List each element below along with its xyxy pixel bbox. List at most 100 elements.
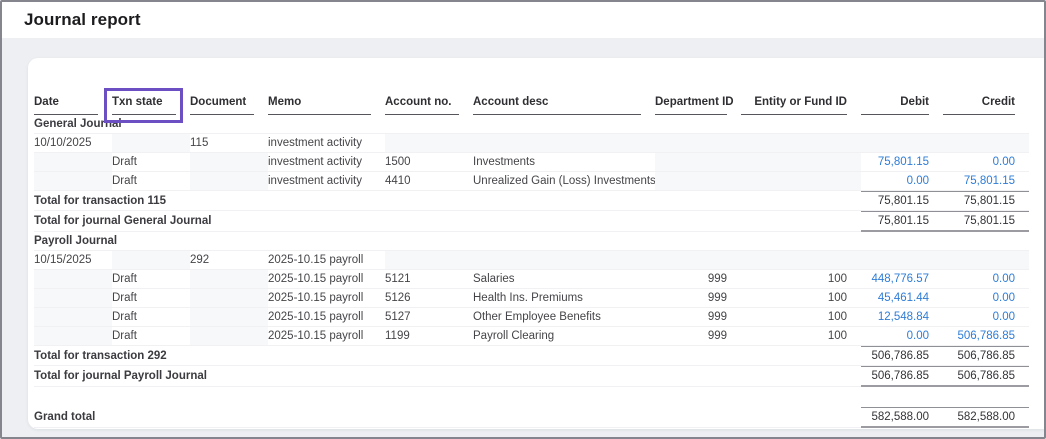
- debit-amount-link[interactable]: 75,801.15: [878, 156, 929, 168]
- spacer-cell: [34, 387, 1029, 407]
- credit-amount-link[interactable]: 0.00: [993, 156, 1015, 168]
- column-header-account-no: Account no.: [385, 94, 473, 115]
- empty-cell: [473, 251, 655, 270]
- column-header-label: Entity or Fund ID: [754, 96, 847, 108]
- journal-line-row: Draft2025-10.15 payroll5121Salaries99910…: [34, 270, 1029, 289]
- spacer-row: [34, 387, 1029, 407]
- journal-report-table: DateTxn stateDocumentMemoAccount no.Acco…: [34, 94, 1029, 428]
- account-desc-cell: Other Employee Benefits: [473, 308, 655, 327]
- debit-amount: 0.00: [861, 172, 943, 191]
- column-header-label: Account desc: [473, 96, 548, 108]
- empty-cell: [861, 134, 943, 153]
- empty-cell: [34, 308, 112, 327]
- grand-total-row: Grand total582,588.00582,588.00: [34, 407, 1029, 428]
- empty-cell: [190, 289, 268, 308]
- credit-amount: 75,801.15: [943, 172, 1029, 191]
- column-header-label: Document: [190, 96, 246, 108]
- entity-or-fund-id-cell: 100: [741, 308, 861, 327]
- empty-cell: [655, 251, 741, 270]
- column-header-debit: Debit: [861, 94, 943, 115]
- transaction-row: 10/15/20252922025-10.15 payroll: [34, 251, 1029, 270]
- memo-cell: investment activity: [268, 153, 385, 172]
- memo-cell: 2025-10.15 payroll: [268, 289, 385, 308]
- column-header-credit: Credit: [943, 94, 1029, 115]
- empty-cell: [34, 289, 112, 308]
- empty-cell: [473, 134, 655, 153]
- column-header-label: Memo: [268, 96, 301, 108]
- empty-cell: [655, 153, 741, 172]
- journal-group-label: Payroll Journal: [34, 232, 1029, 251]
- debit-amount: 448,776.57: [861, 270, 943, 289]
- report-window: Journal report DateTxn stateDocumentMemo…: [0, 0, 1046, 439]
- empty-cell: [190, 327, 268, 346]
- memo-cell: 2025-10.15 payroll: [268, 270, 385, 289]
- account-no-cell: 1500: [385, 153, 473, 172]
- journal-line-row: Draftinvestment activity4410Unrealized G…: [34, 172, 1029, 191]
- column-header-memo: Memo: [268, 94, 385, 115]
- credit-amount-link[interactable]: 0.00: [993, 292, 1015, 304]
- debit-amount-link[interactable]: 12,548.84: [878, 311, 929, 323]
- account-no-cell: 5126: [385, 289, 473, 308]
- memo-cell: 2025-10.15 payroll: [268, 308, 385, 327]
- debit-amount: 45,461.44: [861, 289, 943, 308]
- empty-cell: [190, 153, 268, 172]
- department-id-cell: 999: [655, 308, 741, 327]
- empty-cell: [741, 134, 861, 153]
- debit-amount-link[interactable]: 45,461.44: [878, 292, 929, 304]
- journal-line-row: Draft 2025-10.15 payroll5126Health Ins. P…: [34, 289, 1029, 308]
- memo-cell: investment activity: [268, 134, 385, 153]
- column-header-document: Document: [190, 94, 268, 115]
- debit-amount-link[interactable]: 0.00: [907, 175, 929, 187]
- credit-amount: 0.00: [943, 153, 1029, 172]
- column-header-label: Credit: [982, 96, 1015, 108]
- department-id-cell: 999: [655, 270, 741, 289]
- date-cell: 10/10/2025: [34, 134, 112, 153]
- column-header-label: Debit: [900, 96, 929, 108]
- memo-cell: 2025-10.15 payroll: [268, 251, 385, 270]
- empty-cell: [34, 327, 112, 346]
- debit-amount-link[interactable]: 0.00: [907, 330, 929, 342]
- table-header: DateTxn stateDocumentMemoAccount no.Acco…: [34, 94, 1029, 115]
- empty-cell: [861, 251, 943, 270]
- empty-cell: [34, 172, 112, 191]
- transaction-row: 10/10/2025 115investment activity: [34, 134, 1029, 153]
- journal-group-row: Payroll Journal: [34, 232, 1029, 251]
- credit-amount: 506,786.85: [943, 327, 1029, 346]
- empty-cell: [190, 270, 268, 289]
- account-desc-cell: Health Ins. Premiums: [473, 289, 655, 308]
- column-header-label: Date: [34, 96, 59, 108]
- debit-amount: 0.00: [861, 327, 943, 346]
- table-body: General Journal10/10/2025115investment a…: [34, 115, 1029, 428]
- title-bar: Journal report: [2, 2, 1044, 38]
- account-desc-cell: Payroll Clearing: [473, 327, 655, 346]
- column-header-label: Department ID: [655, 96, 734, 108]
- account-desc-cell: Unrealized Gain (Loss) Investments: [473, 172, 655, 191]
- journal-line-row: Draftinvestment activity1500Investments7…: [34, 153, 1029, 172]
- page-title: Journal report: [24, 10, 141, 30]
- credit-amount: 0.00: [943, 308, 1029, 327]
- total-debit: 506,786.85: [861, 366, 943, 387]
- txn-state-cell: Draft: [112, 289, 190, 308]
- txn-state-cell: Draft: [112, 270, 190, 289]
- total-credit: 75,801.15: [943, 211, 1029, 232]
- txn-state-cell: Draft: [112, 153, 190, 172]
- credit-amount-link[interactable]: 0.00: [993, 311, 1015, 323]
- empty-cell: [943, 251, 1029, 270]
- document-cell: 115: [190, 134, 268, 153]
- total-debit: 75,801.15: [861, 211, 943, 232]
- empty-cell: [112, 134, 190, 153]
- empty-cell: [655, 172, 741, 191]
- total-label: Total for journal General Journal: [34, 211, 861, 232]
- empty-cell: [34, 153, 112, 172]
- debit-amount-link[interactable]: 448,776.57: [871, 273, 929, 285]
- credit-amount-link[interactable]: 75,801.15: [964, 175, 1015, 187]
- credit-amount-link[interactable]: 506,786.85: [957, 330, 1015, 342]
- date-cell: 10/15/2025: [34, 251, 112, 270]
- total-label: Grand total: [34, 407, 861, 428]
- credit-amount-link[interactable]: 0.00: [993, 273, 1015, 285]
- total-credit: 506,786.85: [943, 346, 1029, 366]
- column-header-department-id: Department ID: [655, 94, 741, 115]
- transaction-total-row: Total for transaction 292506,786.85506,7…: [34, 346, 1029, 366]
- debit-amount: 12,548.84: [861, 308, 943, 327]
- journal-line-row: Draft2025-10.15 payroll1199Payroll Clear…: [34, 327, 1029, 346]
